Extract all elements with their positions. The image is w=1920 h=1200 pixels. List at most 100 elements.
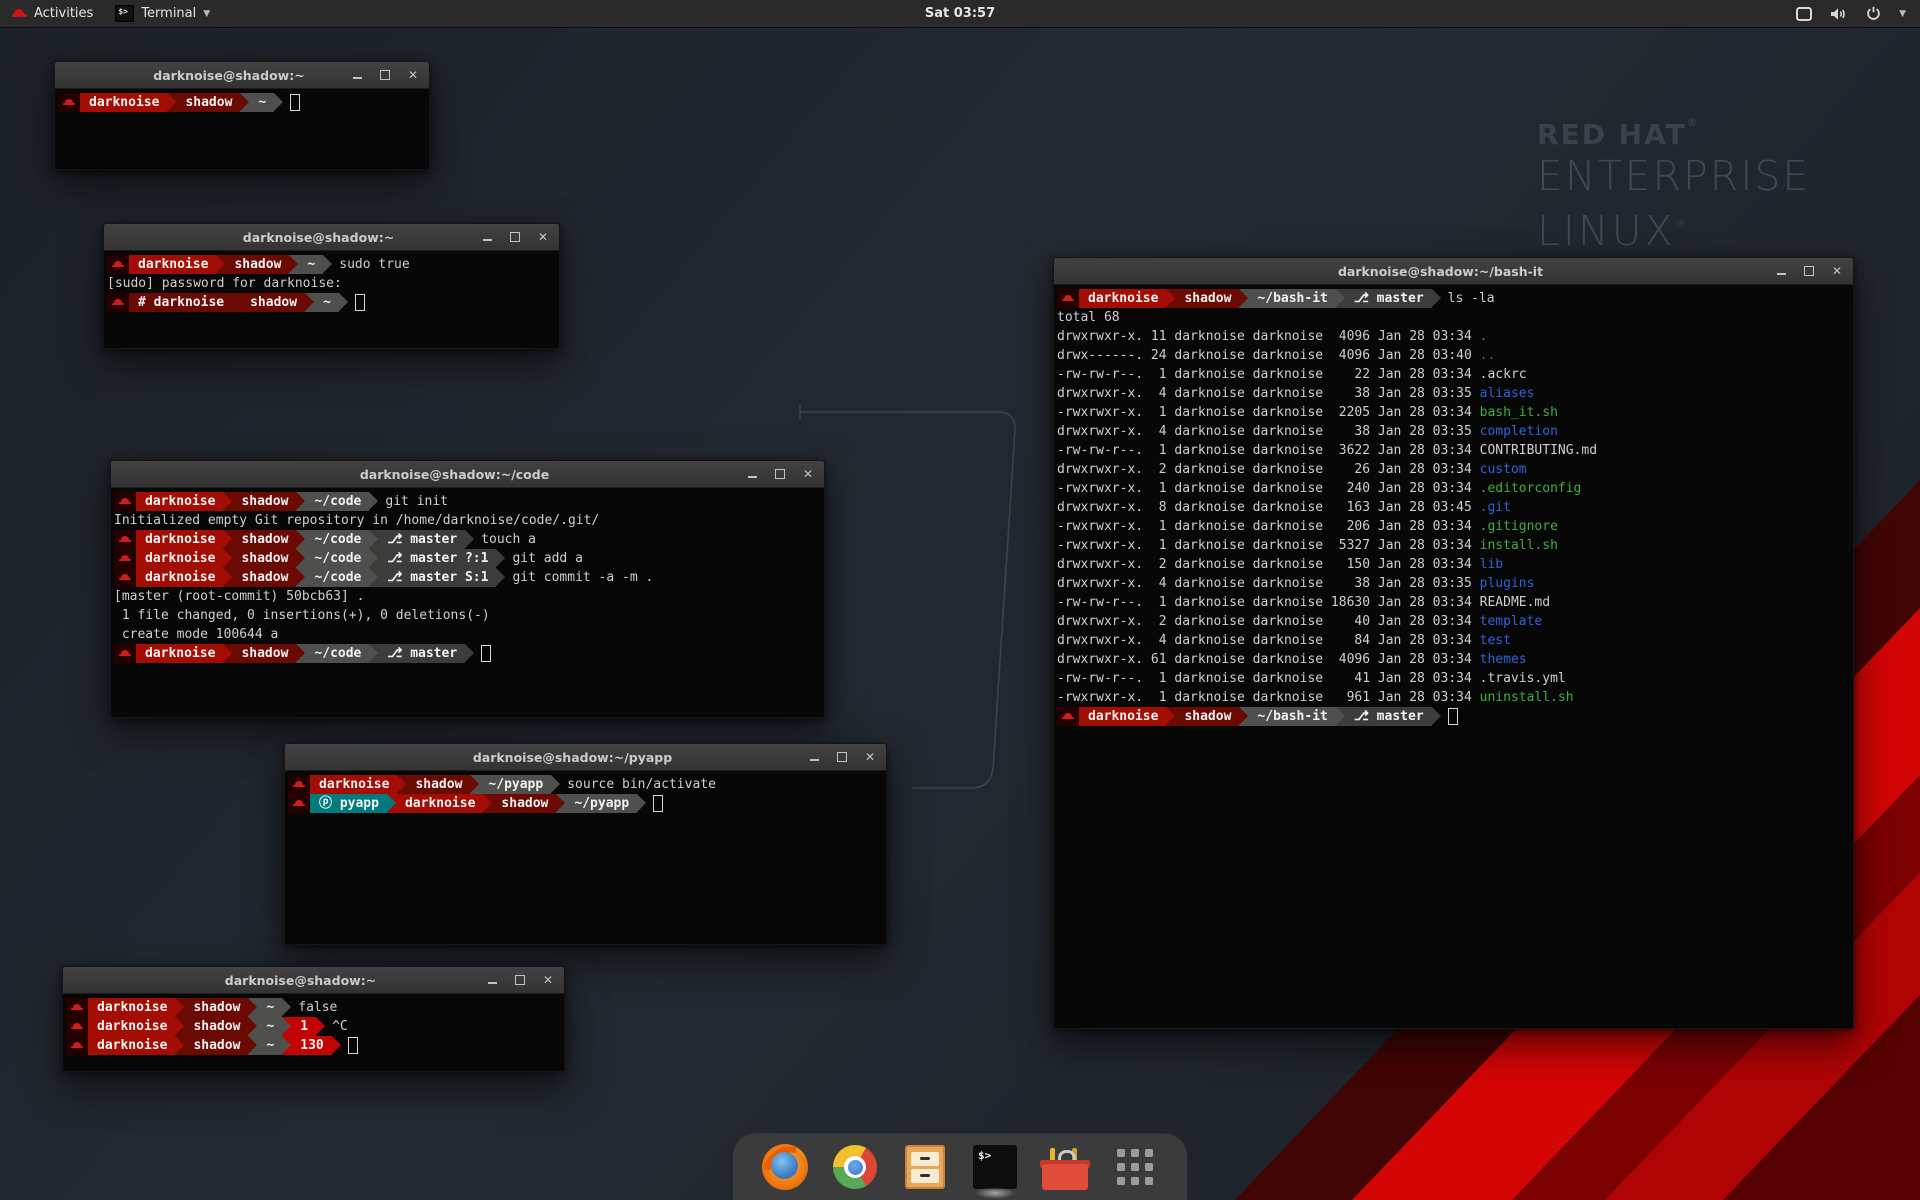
close-button[interactable]: ✕ bbox=[802, 468, 814, 480]
powerline-arrow bbox=[248, 1017, 257, 1036]
terminal-content[interactable]: darknoiseshadow~/bash-it⎇ masterls -lato… bbox=[1054, 285, 1853, 730]
redhat-prompt-icon bbox=[107, 293, 129, 312]
terminal-content[interactable]: darknoiseshadow~falsedarknoiseshadow~1^C… bbox=[63, 994, 564, 1059]
terminal-window-home-2[interactable]: darknoise@shadow:~ ✕ darknoiseshadow~fal… bbox=[62, 966, 565, 1072]
terminal-text: drwxrwxr-x. 4 darknoise darknoise 38 Jan… bbox=[1057, 576, 1480, 591]
close-button[interactable]: ✕ bbox=[542, 974, 554, 986]
prompt-segment-dir: ~ bbox=[257, 998, 282, 1017]
powerline-arrow bbox=[175, 1036, 184, 1055]
redhat-prompt-icon bbox=[107, 255, 129, 274]
terminal-line: drwxrwxr-x. 8 darknoise darknoise 163 Ja… bbox=[1057, 498, 1850, 517]
powerline-arrow bbox=[465, 530, 474, 549]
terminal-content[interactable]: darknoiseshadow~sudo true[sudo] password… bbox=[104, 251, 559, 316]
volume-icon[interactable] bbox=[1830, 7, 1848, 21]
terminal-content[interactable]: darknoiseshadow~/codegit initInitialized… bbox=[111, 488, 824, 667]
powerline-arrow bbox=[282, 1036, 291, 1055]
terminal-text: git commit -a -m . bbox=[512, 570, 653, 585]
app-grid-icon[interactable] bbox=[1111, 1143, 1159, 1191]
terminal-line: -rwxrwxr-x. 1 darknoise darknoise 961 Ja… bbox=[1057, 688, 1850, 707]
terminal-text: drwxrwxr-x. 2 darknoise darknoise 40 Jan… bbox=[1057, 614, 1480, 629]
window-titlebar[interactable]: darknoise@shadow:~ ✕ bbox=[63, 967, 564, 994]
terminal-window-code[interactable]: darknoise@shadow:~/code ✕ darknoiseshado… bbox=[110, 460, 825, 718]
minimize-button[interactable] bbox=[746, 468, 758, 480]
maximize-button[interactable] bbox=[379, 69, 391, 81]
minimize-button[interactable] bbox=[808, 751, 820, 763]
minimize-button[interactable] bbox=[1775, 265, 1787, 277]
terminal-text: -rw-rw-r--. 1 darknoise darknoise 22 Jan… bbox=[1057, 367, 1527, 382]
terminal-text: [master (root-commit) 50bcb63] . bbox=[114, 589, 364, 604]
system-menu-caret-icon[interactable]: ▼ bbox=[1899, 9, 1906, 19]
maximize-button[interactable] bbox=[1803, 265, 1815, 277]
terminal-content[interactable]: darknoiseshadow~/pyappsource bin/activat… bbox=[285, 771, 886, 817]
window-titlebar[interactable]: darknoise@shadow:~ ✕ bbox=[55, 62, 429, 89]
terminal-line: darknoiseshadow~1^C bbox=[66, 1017, 561, 1036]
terminal-line: darknoiseshadow~/bash-it⎇ master bbox=[1057, 707, 1850, 726]
clock[interactable]: Sat 03:57 bbox=[0, 6, 1920, 21]
display-icon[interactable] bbox=[1796, 7, 1812, 21]
minimize-button[interactable] bbox=[486, 974, 498, 986]
close-button[interactable]: ✕ bbox=[407, 69, 419, 81]
powerline-arrow bbox=[332, 1036, 341, 1055]
firefox-icon[interactable] bbox=[761, 1143, 809, 1191]
files-icon[interactable] bbox=[901, 1143, 949, 1191]
terminal-line: total 68 bbox=[1057, 308, 1850, 327]
maximize-button[interactable] bbox=[836, 751, 848, 763]
maximize-button[interactable] bbox=[774, 468, 786, 480]
top-bar: Activities $> Terminal ▼ Sat 03:57 bbox=[0, 0, 1920, 27]
prompt-segment-host: shadow bbox=[184, 998, 248, 1017]
close-button[interactable]: ✕ bbox=[537, 231, 549, 243]
app-menu-terminal[interactable]: $> Terminal ▼ bbox=[105, 0, 220, 27]
power-icon[interactable] bbox=[1866, 6, 1881, 21]
prompt-segment-user: darknoise bbox=[310, 775, 397, 794]
window-titlebar[interactable]: darknoise@shadow:~ ✕ bbox=[104, 224, 559, 251]
terminal-window-home-1[interactable]: darknoise@shadow:~ ✕ darknoiseshadow~ bbox=[54, 61, 430, 170]
minimize-button[interactable] bbox=[351, 69, 363, 81]
terminal-line: darknoiseshadow~false bbox=[66, 998, 561, 1017]
brand-line3: LINUX® bbox=[1537, 200, 1810, 255]
maximize-button[interactable] bbox=[509, 231, 521, 243]
activities-label: Activities bbox=[34, 6, 93, 21]
terminal-window-bash-it[interactable]: darknoise@shadow:~/bash-it ✕ darknoisesh… bbox=[1053, 257, 1854, 1029]
terminal-text: . bbox=[1480, 329, 1488, 344]
window-title: darknoise@shadow:~/bash-it bbox=[1114, 264, 1767, 279]
terminal-text: -rw-rw-r--. 1 darknoise darknoise 18630 … bbox=[1057, 595, 1550, 610]
terminal-line: drwxrwxr-x. 4 darknoise darknoise 38 Jan… bbox=[1057, 384, 1850, 403]
terminal-icon[interactable]: $> bbox=[971, 1143, 1019, 1191]
minimize-button[interactable] bbox=[481, 231, 493, 243]
window-titlebar[interactable]: darknoise@shadow:~/pyapp ✕ bbox=[285, 744, 886, 771]
terminal-window-pyapp[interactable]: darknoise@shadow:~/pyapp ✕ darknoiseshad… bbox=[284, 743, 887, 945]
terminal-text: -rw-rw-r--. 1 darknoise darknoise 41 Jan… bbox=[1057, 671, 1566, 686]
powerline-arrow bbox=[296, 492, 305, 511]
redhat-prompt-icon bbox=[66, 998, 88, 1017]
maximize-button[interactable] bbox=[514, 974, 526, 986]
prompt-segment-git: ⎇ master bbox=[378, 530, 465, 549]
app-menu-label: Terminal bbox=[141, 6, 196, 21]
terminal-line: drwx------. 24 darknoise darknoise 4096 … bbox=[1057, 346, 1850, 365]
chrome-icon[interactable] bbox=[831, 1143, 879, 1191]
terminal-window-sudo[interactable]: darknoise@shadow:~ ✕ darknoiseshadow~sud… bbox=[103, 223, 560, 349]
window-titlebar[interactable]: darknoise@shadow:~/bash-it ✕ bbox=[1054, 258, 1853, 285]
terminal-content[interactable]: darknoiseshadow~ bbox=[55, 89, 429, 116]
powerline-arrow bbox=[223, 549, 232, 568]
window-titlebar[interactable]: darknoise@shadow:~/code ✕ bbox=[111, 461, 824, 488]
prompt-segment-user: darknoise bbox=[80, 93, 167, 112]
powerline-arrow bbox=[175, 1017, 184, 1036]
terminal-line: darknoiseshadow~/code⎇ master ?:1git add… bbox=[114, 549, 821, 568]
close-button[interactable]: ✕ bbox=[1831, 265, 1843, 277]
terminal-line: drwxrwxr-x. 2 darknoise darknoise 40 Jan… bbox=[1057, 612, 1850, 631]
redhat-prompt-icon bbox=[1057, 289, 1079, 308]
prompt-segment-host: shadow bbox=[232, 644, 296, 663]
prompt-segment-err: 1 bbox=[291, 1017, 316, 1036]
redhat-prompt-icon bbox=[114, 492, 136, 511]
activities-button[interactable]: Activities bbox=[0, 0, 105, 27]
powerline-arrow bbox=[397, 775, 406, 794]
powerline-arrow bbox=[175, 998, 184, 1017]
close-button[interactable]: ✕ bbox=[864, 751, 876, 763]
toolbox-icon[interactable] bbox=[1041, 1143, 1089, 1191]
redhat-prompt-icon bbox=[114, 568, 136, 587]
powerline-arrow bbox=[289, 255, 298, 274]
redhat-prompt-icon bbox=[288, 775, 310, 794]
powerline-arrow bbox=[465, 644, 474, 663]
terminal-text: git init bbox=[385, 494, 448, 509]
terminal-text: .. bbox=[1480, 348, 1496, 363]
